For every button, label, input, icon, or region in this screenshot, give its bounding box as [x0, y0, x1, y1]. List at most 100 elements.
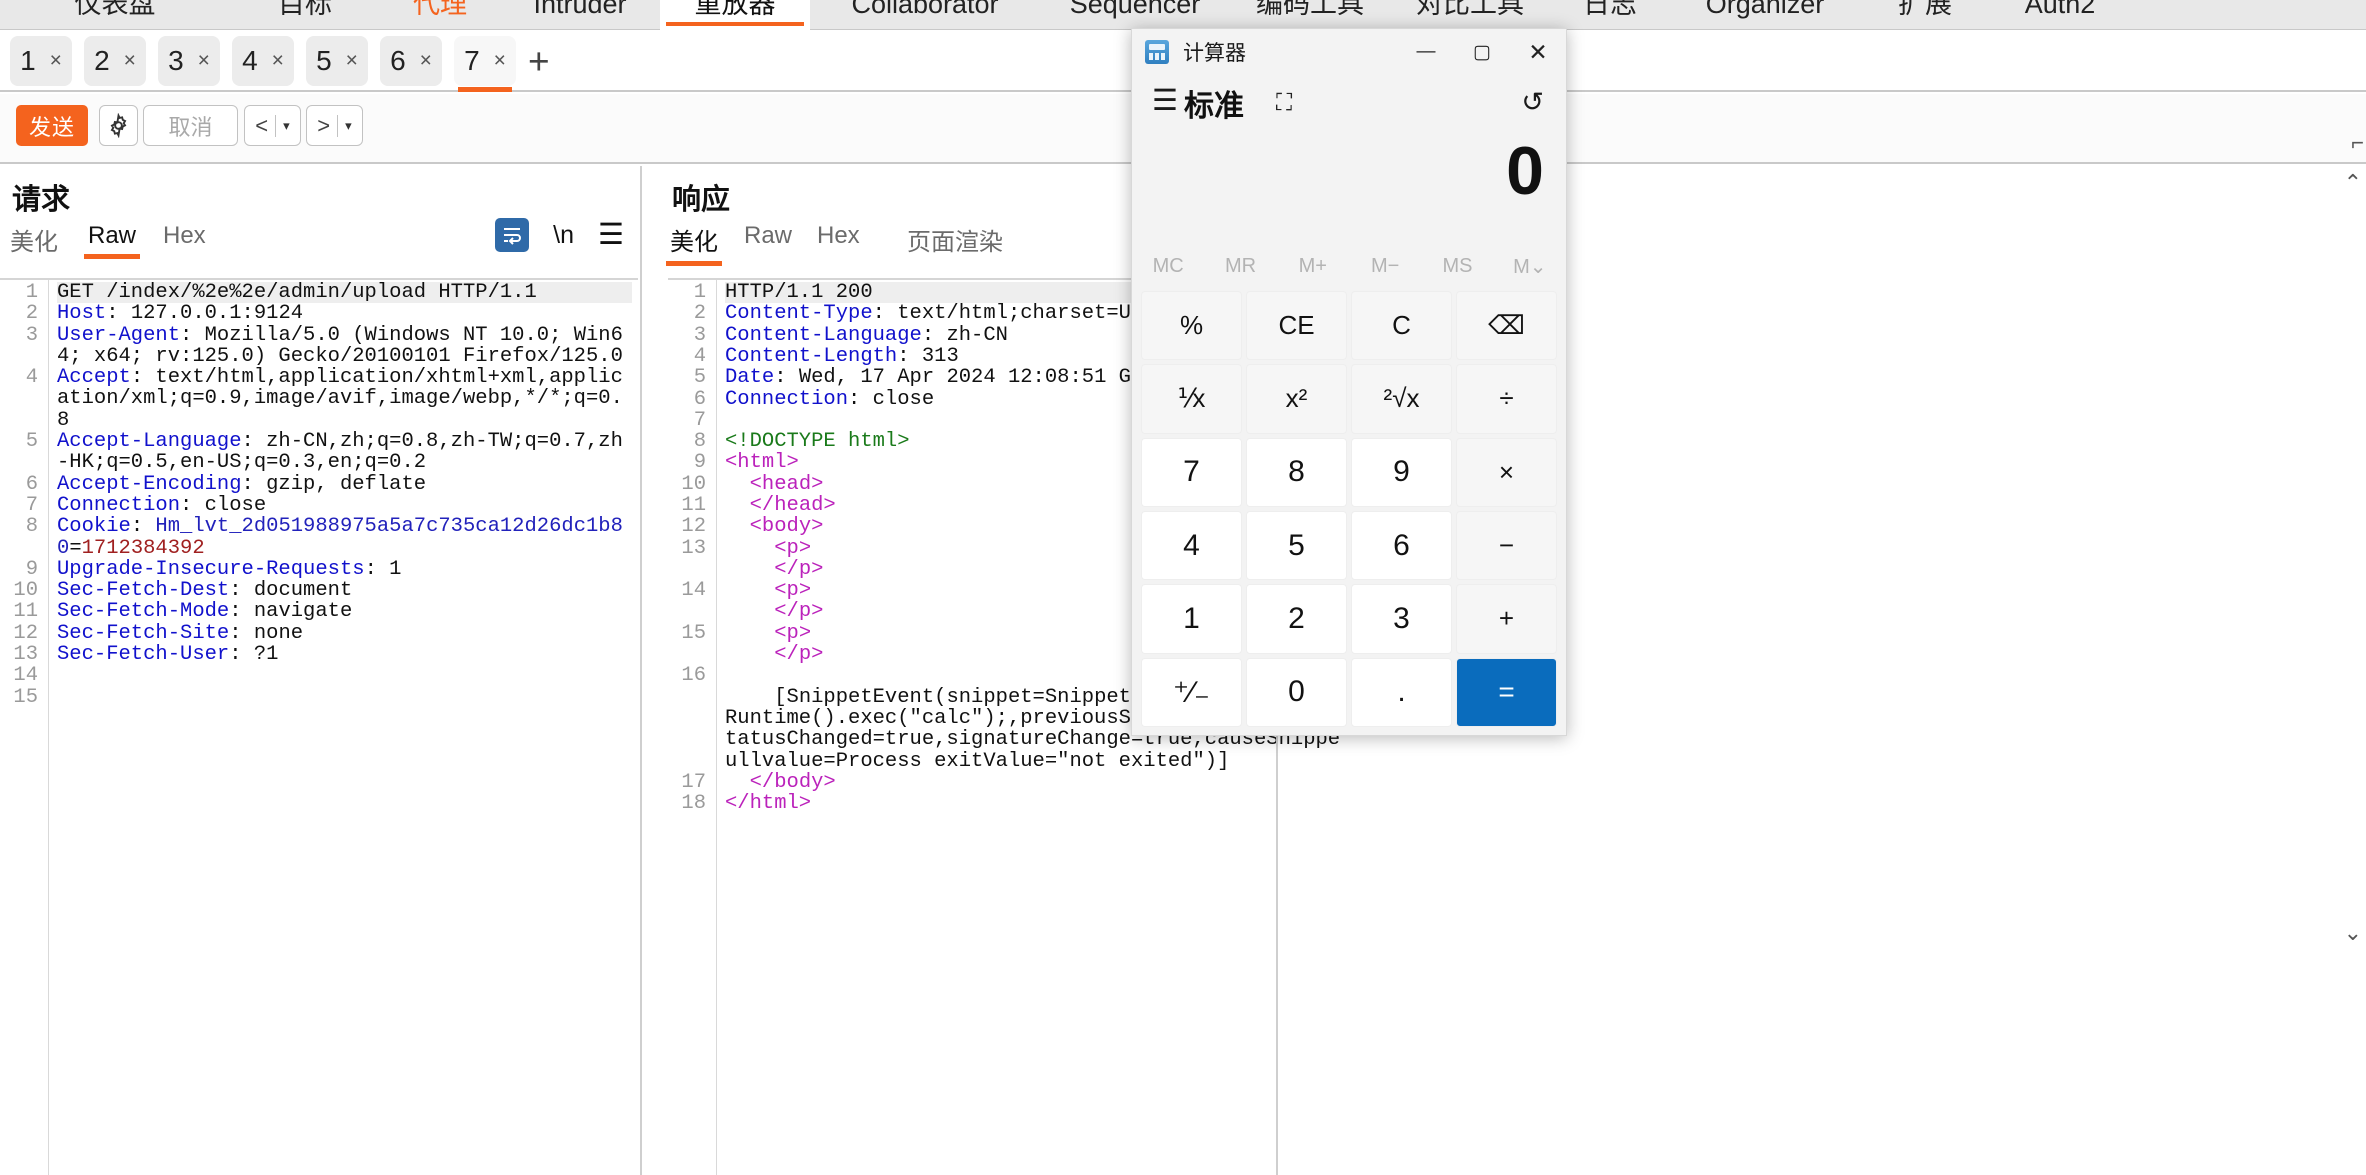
memory-mr[interactable]: MR — [1204, 244, 1276, 288]
repeater-tab-2[interactable]: 2 × — [84, 36, 146, 86]
memory-mc[interactable]: MC — [1132, 244, 1204, 288]
main-tab-11[interactable]: 扩展 — [1860, 0, 1990, 30]
line-number: 11 — [13, 600, 38, 624]
key-three[interactable]: 3 — [1351, 584, 1452, 654]
scroll-up-icon[interactable]: ⌃ — [2344, 170, 2362, 196]
key-two[interactable]: 2 — [1246, 584, 1347, 654]
key-five[interactable]: 5 — [1246, 511, 1347, 581]
key-percent[interactable]: % — [1141, 291, 1242, 361]
key-four[interactable]: 4 — [1141, 511, 1242, 581]
keep-on-top-icon[interactable]: ⛶ — [1276, 89, 1292, 116]
repeater-tab-7[interactable]: 7 × — [454, 36, 516, 92]
next-button[interactable]: > ▾ — [306, 105, 363, 146]
prev-arrow-icon: < — [255, 112, 269, 138]
memory-ms[interactable]: MS — [1421, 244, 1493, 288]
tab-request-0[interactable]: 美化 — [10, 222, 58, 257]
key-seven[interactable]: 7 — [1141, 437, 1242, 507]
key-zero[interactable]: 0 — [1246, 657, 1347, 727]
main-tab-5[interactable]: Collaborator — [810, 0, 1040, 30]
main-tab-8[interactable]: 对比工具 — [1390, 0, 1550, 30]
main-tab-9[interactable]: 日志 — [1550, 0, 1670, 30]
close-icon[interactable]: × — [198, 49, 210, 73]
tab-request-2[interactable]: Hex — [163, 222, 206, 250]
scroll-right-icon[interactable]: ⌄ — [2344, 920, 2362, 946]
chevron-down-icon: ▾ — [345, 117, 352, 133]
menu-icon[interactable]: ☰ — [1152, 87, 1178, 116]
key-nine[interactable]: 9 — [1351, 437, 1452, 507]
key-divide[interactable]: ÷ — [1456, 364, 1557, 434]
gear-icon[interactable] — [99, 105, 138, 146]
key-one[interactable]: 1 — [1141, 584, 1242, 654]
key-clear[interactable]: C — [1351, 291, 1452, 361]
key-negate[interactable]: ⁺∕₋ — [1141, 657, 1242, 727]
memory-m[interactable]: M⌄ — [1494, 244, 1566, 288]
code-line: </html> — [725, 792, 812, 816]
line-number: 5 — [693, 366, 706, 390]
minimize-button[interactable]: — — [1398, 29, 1454, 75]
key-square-root[interactable]: ²√x — [1351, 364, 1452, 434]
main-tab-7[interactable]: 编码工具 — [1230, 0, 1390, 30]
calculator-keypad: % CE C ⌫ ⅟x x² ²√x ÷ 7 8 9 × 4 5 6− 1 2 3 + ⁺∕₋ 0. = — [1141, 291, 1557, 727]
line-number: 16 — [681, 664, 706, 688]
close-icon[interactable]: × — [346, 49, 358, 73]
tab-response-1[interactable]: Raw — [744, 222, 792, 250]
key-decimal[interactable]: . — [1351, 657, 1452, 727]
main-tab-3[interactable]: Intruder — [500, 0, 660, 30]
request-editor[interactable]: GET /index/%2e%2e/admin/upload HTTP/1.1 1… — [0, 278, 638, 1175]
key-multiply[interactable]: × — [1456, 437, 1557, 507]
key-six[interactable]: 6 — [1351, 511, 1452, 581]
tab-response-0[interactable]: 美化 — [666, 222, 722, 266]
close-icon[interactable]: × — [50, 49, 62, 73]
key-eight[interactable]: 8 — [1246, 437, 1347, 507]
main-tab-2[interactable]: 代理 — [380, 0, 500, 30]
main-tab-10[interactable]: Organizer — [1670, 0, 1860, 30]
repeater-tab-3[interactable]: 3 × — [158, 36, 220, 86]
close-icon[interactable]: × — [494, 49, 506, 73]
memory-m[interactable]: M− — [1349, 244, 1421, 288]
code-line: Host: 127.0.0.1:9124 — [57, 302, 304, 326]
key-equals[interactable]: = — [1456, 657, 1557, 727]
cancel-button[interactable]: 取消 — [143, 105, 238, 146]
tab-response-3[interactable]: 页面渲染 — [907, 222, 1003, 257]
main-tab-6[interactable]: Sequencer — [1040, 0, 1230, 30]
previous-button[interactable]: < ▾ — [244, 105, 301, 146]
close-icon[interactable]: × — [272, 49, 284, 73]
line-number: 15 — [681, 621, 706, 645]
newline-icon[interactable]: \n — [553, 221, 574, 250]
divider — [337, 114, 339, 137]
close-button[interactable]: ✕ — [1510, 29, 1566, 75]
memory-m[interactable]: M+ — [1277, 244, 1349, 288]
memory-row: MC MR M+ M− MS M⌄ — [1132, 244, 1566, 288]
main-tab-0[interactable]: 仪表盘 — [0, 0, 230, 30]
tab-request-1[interactable]: Raw — [83, 222, 141, 259]
close-icon[interactable]: × — [124, 49, 136, 73]
line-number: 7 — [693, 408, 706, 432]
repeater-tab-6[interactable]: 6 × — [380, 36, 442, 86]
key-reciprocal[interactable]: ⅟x — [1141, 364, 1242, 434]
key-backspace[interactable]: ⌫ — [1456, 291, 1557, 361]
close-icon[interactable]: × — [420, 49, 432, 73]
repeater-tab-5[interactable]: 5 × — [306, 36, 368, 86]
key-square[interactable]: x² — [1246, 364, 1347, 434]
word-wrap-icon[interactable] — [495, 218, 530, 252]
repeater-tab-1[interactable]: 1 × — [10, 36, 72, 86]
send-button[interactable]: 发送 — [16, 105, 88, 146]
main-tab-1[interactable]: 目标 — [230, 0, 380, 30]
main-tab-12[interactable]: Auth2 — [1990, 0, 2130, 30]
gutter-line — [48, 280, 49, 1175]
calculator-display: 0 — [1506, 133, 1544, 209]
maximize-button[interactable]: ▢ — [1454, 29, 1510, 75]
menu-icon[interactable]: ☰ — [598, 220, 624, 250]
add-tab-button[interactable]: + — [528, 43, 550, 80]
key-subtract[interactable]: − — [1456, 511, 1557, 581]
history-icon[interactable]: ↺ — [1521, 87, 1544, 118]
expand-icon[interactable]: ⌐ — [2351, 130, 2364, 156]
key-add[interactable]: + — [1456, 584, 1557, 654]
main-tab-4[interactable]: 重放器 — [660, 0, 810, 30]
tab-response-2[interactable]: Hex — [817, 222, 860, 250]
line-number: 5 — [25, 430, 38, 454]
repeater-tab-4[interactable]: 4 × — [232, 36, 294, 86]
code-line: Sec-Fetch-User: ?1 — [57, 643, 279, 667]
code-line: User-Agent: Mozilla/5.0 (Windows NT 10.0… — [57, 323, 623, 368]
key-clear-entry[interactable]: CE — [1246, 291, 1347, 361]
